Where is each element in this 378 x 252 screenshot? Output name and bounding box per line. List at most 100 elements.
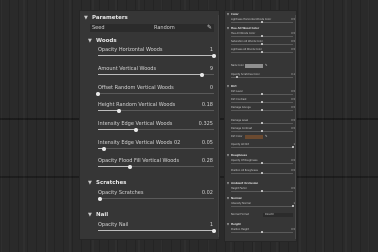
slider-track[interactable] — [231, 205, 295, 208]
slider-row[interactable]: Opacity Of Roughness 0.5 — [225, 159, 296, 165]
scratches-header[interactable]: ▼ Scratches — [80, 179, 219, 189]
slider-value[interactable]: 0.5 — [291, 90, 295, 93]
slider-track[interactable] — [231, 146, 295, 149]
woods-header[interactable]: ▼ Woods — [80, 37, 219, 47]
slider-handle[interactable] — [212, 228, 216, 233]
slider-value[interactable]: 0.5 — [291, 106, 295, 109]
slider-row[interactable]: Opacity Scratches 0.02 — [80, 190, 219, 201]
eyedropper-icon[interactable]: ✎ — [265, 134, 268, 138]
slider-track[interactable] — [231, 93, 293, 96]
slider-track[interactable] — [231, 35, 293, 38]
nail-header[interactable]: ▼ Nail — [80, 211, 219, 221]
slider-handle[interactable] — [260, 51, 264, 54]
slider-value[interactable]: 0.5 — [291, 32, 295, 35]
slider-handle[interactable] — [260, 130, 264, 133]
section-header[interactable]: ▼ Height — [225, 223, 296, 227]
slider-handle[interactable] — [236, 76, 239, 79]
slider-row[interactable]: Opacity All Dirt 1 — [225, 143, 296, 149]
slider-track[interactable] — [98, 127, 214, 132]
pencil-icon[interactable]: ✎ — [207, 24, 212, 32]
slider-track[interactable] — [231, 21, 293, 24]
slider-handle[interactable] — [260, 21, 264, 24]
normal-format-row[interactable]: Normal Format DirectX — [225, 212, 296, 217]
slider-handle[interactable] — [98, 196, 103, 201]
slider-row[interactable]: Saturation All Woods Color 0.5 — [225, 40, 296, 46]
slider-value[interactable]: 0.5 — [291, 119, 295, 122]
slider-track[interactable] — [98, 228, 216, 233]
parameters-header[interactable]: ▼ Parameters — [80, 14, 219, 24]
slider-handle[interactable] — [291, 205, 295, 208]
slider-track[interactable] — [231, 172, 293, 175]
slider-track[interactable] — [98, 164, 214, 169]
slider-handle[interactable] — [101, 146, 106, 151]
slider-row[interactable]: Damage Level 0.5 — [225, 119, 296, 125]
slider-handle[interactable] — [212, 53, 216, 58]
slider-row[interactable]: Dirt Level 0.5 — [225, 90, 296, 96]
slider-value[interactable]: 0.05 — [202, 140, 213, 147]
slider-handle[interactable] — [128, 164, 133, 169]
slider-row[interactable]: Opacity Scratches Color 0.1 — [225, 73, 296, 79]
slider-track[interactable] — [231, 109, 293, 112]
slider-row[interactable]: Opacity Nail 1 — [80, 222, 219, 233]
slider-handle[interactable] — [291, 146, 295, 149]
slider-handle[interactable] — [96, 91, 100, 96]
slider-value[interactable]: 0.28 — [202, 158, 213, 165]
slider-track[interactable] — [231, 231, 293, 234]
slider-handle[interactable] — [260, 190, 264, 193]
slider-track[interactable] — [231, 190, 293, 193]
color-row[interactable]: Dirt Color ✎ — [225, 134, 296, 139]
color-row[interactable]: Nails Color ✎ — [225, 63, 296, 68]
slider-row[interactable]: Opacity Flood Fill Vertical Woods 0.28 — [80, 158, 219, 169]
section-header[interactable]: ▼ Ambient Occlusion — [225, 182, 296, 186]
seed-row[interactable]: Seed Random ✎ — [80, 24, 219, 34]
slider-track[interactable] — [231, 122, 293, 125]
slider-value[interactable]: 0.5 — [291, 127, 295, 130]
seed-field[interactable] — [90, 24, 214, 32]
color-swatch[interactable] — [245, 64, 263, 68]
slider-value[interactable]: 0.5 — [291, 228, 295, 231]
slider-row[interactable]: Damage Contrast 0.5 — [225, 127, 296, 133]
slider-row[interactable]: Hue All Woods Color 0.5 — [225, 32, 296, 38]
slider-row[interactable]: Position All Roughness 0.5 — [225, 169, 296, 175]
slider-track[interactable] — [231, 101, 293, 104]
slider-value[interactable]: 0.5 — [291, 169, 295, 172]
slider-value[interactable]: 1 — [210, 47, 213, 54]
slider-value[interactable]: 0.5 — [291, 98, 295, 101]
slider-track[interactable] — [231, 76, 293, 79]
slider-value[interactable]: 0.5 — [291, 40, 295, 43]
slider-value[interactable]: 1 — [210, 222, 213, 229]
slider-row[interactable]: Damage Grunge 0.5 — [225, 106, 296, 112]
slider-value[interactable]: 0.325 — [199, 121, 213, 128]
slider-track[interactable] — [96, 91, 214, 96]
slider-value[interactable]: 0.5 — [291, 187, 295, 190]
section-header[interactable]: ▼ Hue All Wood Color — [225, 27, 296, 31]
section-header[interactable]: ▼ Dirt — [225, 85, 296, 89]
slider-row[interactable]: Opacity Horizontal Woods 1 — [80, 47, 219, 58]
eyedropper-icon[interactable]: ✎ — [265, 63, 268, 67]
section-header[interactable]: ▼ Roughness — [225, 154, 296, 158]
slider-value[interactable]: 0.5 — [291, 48, 295, 51]
slider-track[interactable] — [231, 130, 293, 133]
slider-track[interactable] — [98, 53, 216, 58]
slider-value[interactable]: 0.1 — [291, 73, 295, 76]
slider-row[interactable]: Dirt Contrast 0.5 — [225, 98, 296, 104]
slider-handle[interactable] — [200, 72, 205, 77]
slider-track[interactable] — [98, 72, 214, 77]
slider-track[interactable] — [98, 196, 214, 201]
slider-row[interactable]: Lightness Horizontal Woods Color 0.5 — [225, 18, 296, 24]
slider-row[interactable]: Lightness All Woods Color 0.5 — [225, 48, 296, 54]
slider-handle[interactable] — [260, 122, 264, 125]
slider-handle[interactable] — [260, 172, 264, 175]
slider-track[interactable] — [231, 51, 293, 54]
slider-row[interactable]: Height Random Vertical Woods 0.18 — [80, 102, 219, 113]
slider-row[interactable]: Offset Random Vertical Woods 0 — [80, 85, 219, 96]
section-header[interactable]: ▼ Normal — [225, 197, 296, 201]
slider-track[interactable] — [231, 162, 293, 165]
slider-row[interactable]: Intensity Edge Vertical Woods 02 0.05 — [80, 140, 219, 151]
slider-handle[interactable] — [260, 231, 264, 234]
slider-handle[interactable] — [260, 43, 264, 46]
slider-track[interactable] — [98, 108, 214, 113]
slider-value[interactable]: 0.02 — [202, 190, 213, 197]
slider-track[interactable] — [98, 146, 214, 151]
slider-value[interactable]: 0 — [210, 85, 213, 92]
